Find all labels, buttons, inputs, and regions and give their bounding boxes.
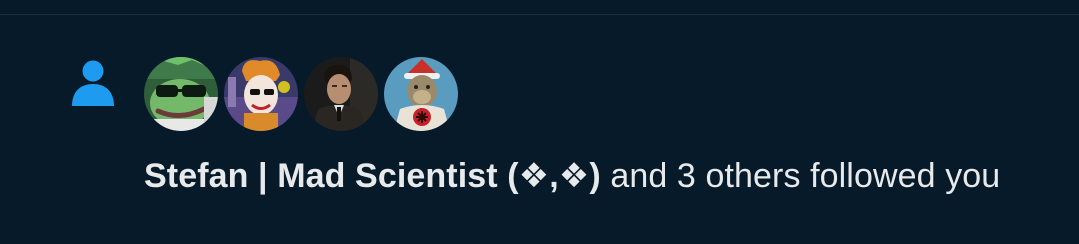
notification-text: Stefan | Mad Scientist (❖,❖) and 3 other…	[144, 151, 1044, 201]
man-in-suit-avatar[interactable]	[304, 57, 378, 131]
santa-hat-ape-avatar[interactable]	[384, 57, 458, 131]
person-icon	[72, 60, 114, 106]
joker-avatar[interactable]	[224, 57, 298, 131]
user-name-link[interactable]: Stefan | Mad Scientist (❖,❖)	[144, 157, 601, 195]
action-text: and 3 others followed you	[600, 157, 1001, 195]
follow-notification[interactable]: Stefan | Mad Scientist (❖,❖) and 3 other…	[0, 15, 1079, 244]
green-frog-avatar[interactable]	[144, 57, 218, 131]
